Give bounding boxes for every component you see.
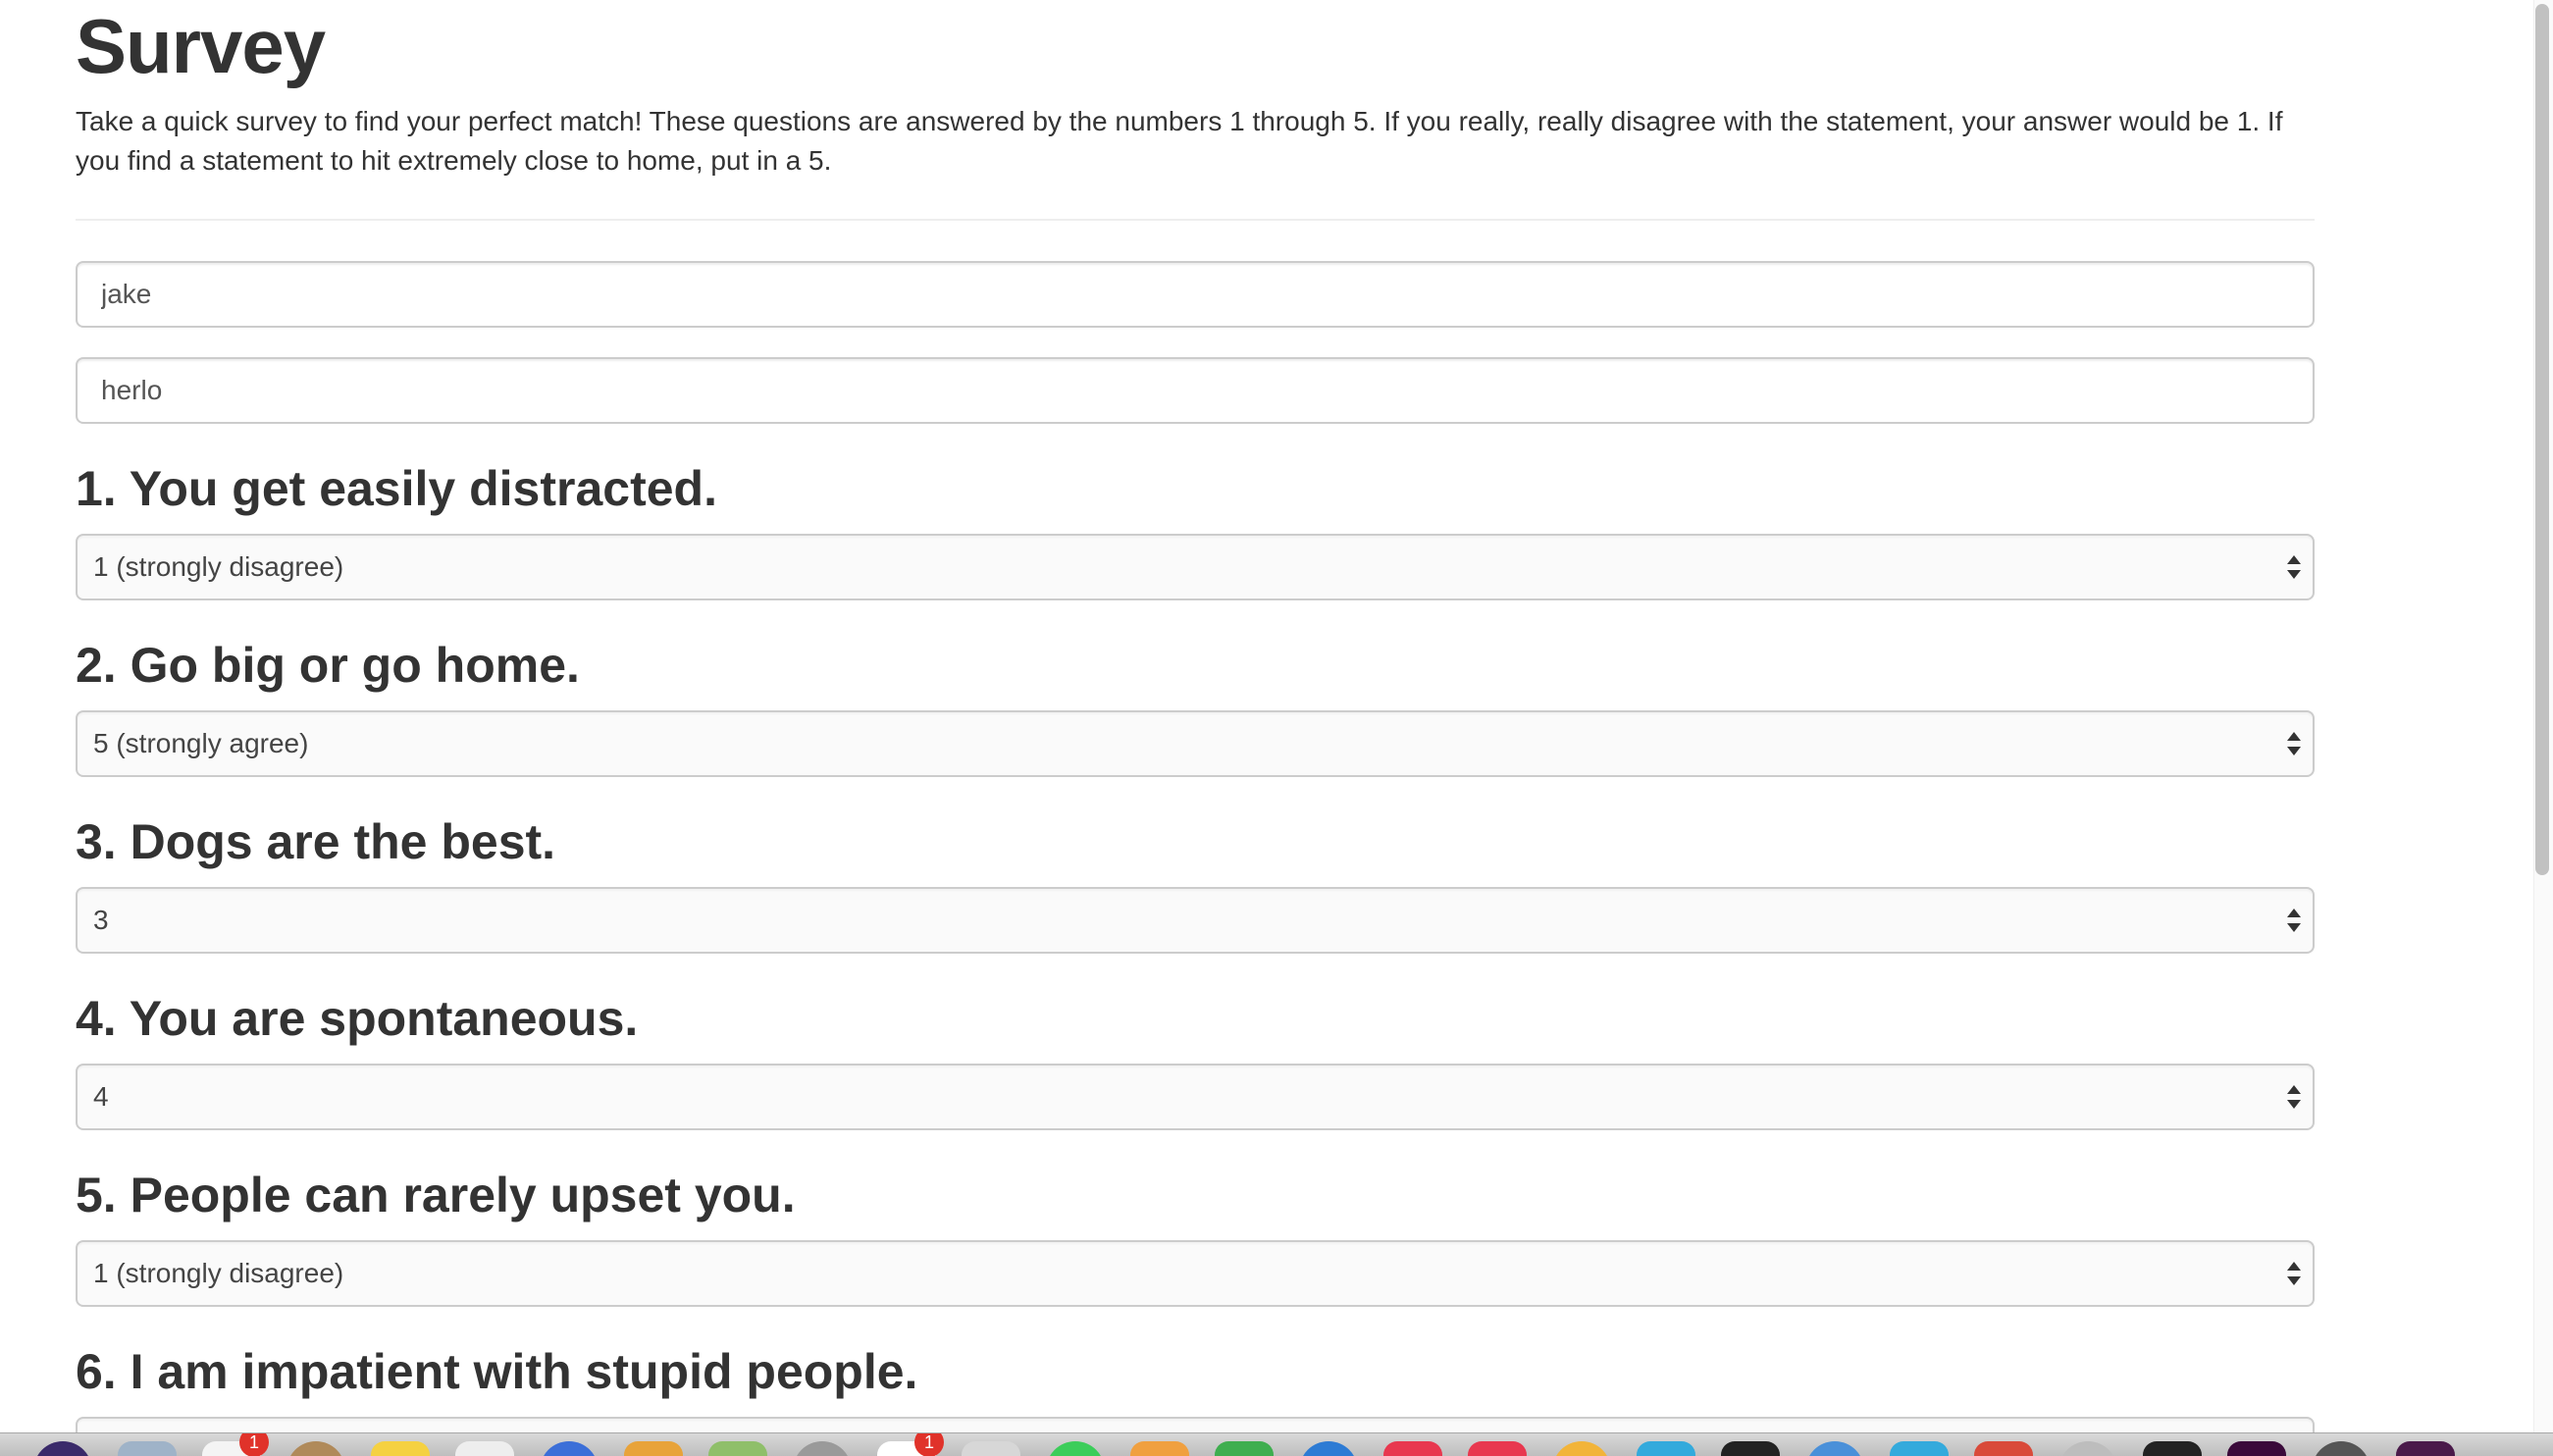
app-icon[interactable] <box>1805 1441 1864 1456</box>
app-icon[interactable] <box>1637 1441 1695 1456</box>
scrollbar-thumb[interactable] <box>2535 4 2549 875</box>
notes-icon[interactable] <box>371 1441 430 1456</box>
question-3-select[interactable]: 3 <box>76 887 2315 954</box>
app-icon[interactable] <box>33 1441 92 1456</box>
app-icon[interactable] <box>540 1441 599 1456</box>
app-icon[interactable] <box>2396 1441 2455 1456</box>
question-4-selected: 4 <box>93 1081 109 1112</box>
app-icon[interactable] <box>1890 1441 1949 1456</box>
name-input[interactable] <box>76 261 2315 328</box>
app-icon[interactable] <box>1130 1441 1189 1456</box>
app-icon[interactable] <box>118 1441 177 1456</box>
app-icon[interactable] <box>2312 1441 2371 1456</box>
chevron-updown-icon <box>2287 1262 2301 1285</box>
question-2-selected: 5 (strongly agree) <box>93 728 309 758</box>
messages-icon[interactable] <box>1046 1441 1105 1456</box>
chevron-updown-icon <box>2287 732 2301 755</box>
divider <box>76 219 2315 221</box>
question-5-label: 5. People can rarely upset you. <box>76 1168 796 1222</box>
photo-input[interactable] <box>76 357 2315 424</box>
survey-intro: Take a quick survey to find your perfect… <box>76 106 2283 176</box>
terminal-icon[interactable] <box>2143 1441 2202 1456</box>
app-icon[interactable] <box>1215 1441 1274 1456</box>
question-2-label: 2. Go big or go home. <box>76 638 580 693</box>
dock: 11 <box>0 1432 2553 1456</box>
chevron-updown-icon <box>2287 909 2301 932</box>
app-icon[interactable] <box>962 1441 1020 1456</box>
question-1-select[interactable]: 1 (strongly disagree) <box>76 534 2315 600</box>
app-icon[interactable] <box>1299 1441 1358 1456</box>
question-5-selected: 1 (strongly disagree) <box>93 1258 344 1288</box>
question-3-label: 3. Dogs are the best. <box>76 814 556 869</box>
browser-icon[interactable] <box>624 1441 683 1456</box>
question-5-select[interactable]: 1 (strongly disagree) <box>76 1240 2315 1307</box>
app-icon[interactable] <box>708 1441 767 1456</box>
question-6-label: 6. I am impatient with stupid people. <box>76 1344 918 1399</box>
app-icon[interactable] <box>1974 1441 2033 1456</box>
page-title: Survey <box>76 3 326 89</box>
question-1-label: 1. You get easily distracted. <box>76 461 717 516</box>
app-icon[interactable] <box>455 1441 514 1456</box>
notification-badge: 1 <box>239 1433 269 1456</box>
app-icon[interactable] <box>1552 1441 1611 1456</box>
question-1-selected: 1 (strongly disagree) <box>93 551 344 582</box>
app-icon[interactable] <box>1721 1441 1780 1456</box>
chevron-updown-icon <box>2287 1085 2301 1109</box>
question-3-selected: 3 <box>93 905 109 935</box>
question-4-select[interactable]: 4 <box>76 1064 2315 1130</box>
chevron-updown-icon <box>2287 555 2301 579</box>
app-icon[interactable] <box>1383 1441 1442 1456</box>
notification-badge: 1 <box>914 1433 944 1456</box>
app-icon[interactable] <box>2227 1441 2286 1456</box>
question-4-label: 4. You are spontaneous. <box>76 991 639 1046</box>
app-icon[interactable] <box>2058 1441 2117 1456</box>
app-icon[interactable] <box>793 1441 852 1456</box>
app-icon[interactable] <box>287 1441 345 1456</box>
app-icon[interactable] <box>1468 1441 1527 1456</box>
question-2-select[interactable]: 5 (strongly agree) <box>76 710 2315 777</box>
